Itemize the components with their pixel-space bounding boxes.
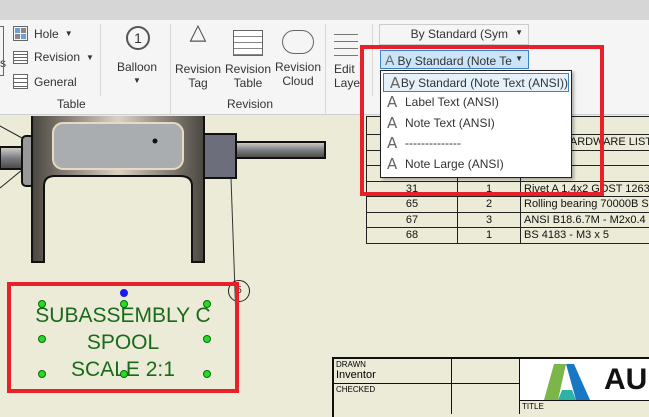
balloon-button[interactable]: 1 Balloon ▼ [112, 26, 162, 88]
chevron-down-icon: ▼ [515, 28, 523, 37]
revision-cloud-button[interactable]: Revision Cloud [274, 26, 322, 88]
balloon-icon: 1 [126, 26, 150, 50]
grip-handle[interactable] [203, 300, 211, 308]
edit-layers-icon [334, 28, 358, 56]
revision-table-small-icon [13, 51, 28, 64]
rotate-grip[interactable] [120, 289, 128, 297]
revision-tag-button[interactable]: △ Revision Tag [174, 26, 222, 90]
grip-handle[interactable] [203, 370, 211, 378]
general-table-button[interactable]: General [13, 74, 77, 89]
chevron-down-icon: ▼ [65, 29, 73, 38]
grip-handle[interactable] [38, 370, 46, 378]
divider [325, 24, 326, 114]
title-block: DRAWNInventor CHECKED AU TITLE [332, 357, 649, 417]
general-table-icon [13, 74, 28, 89]
dimension-style-combo[interactable]: By Standard (Sym▼ [379, 24, 529, 45]
grip-handle[interactable] [203, 335, 211, 343]
hole-table-button[interactable]: Hole▼ [13, 26, 73, 41]
chevron-down-icon: ▼ [112, 74, 162, 88]
title-label: TITLE [522, 402, 544, 411]
logo-mark-icon [544, 362, 590, 400]
revision-cloud-icon [282, 30, 314, 54]
grip-handle[interactable] [120, 370, 128, 378]
table-row: 681BS 4183 - M3 x 5 [367, 228, 649, 244]
group-label-table: Table [57, 97, 86, 111]
grip-handle[interactable] [38, 300, 46, 308]
chevron-down-icon: ▼ [86, 53, 94, 62]
table-icon-partial [0, 26, 4, 76]
table-row: 652Rolling bearing 70000B S7 [367, 197, 649, 213]
revision-table-button[interactable]: Revision Table [224, 26, 272, 90]
checked-cell: CHECKED [334, 384, 452, 414]
hole-table-icon [13, 26, 28, 41]
revision-tag-icon: △ [174, 26, 222, 62]
table-row: 673ANSI B18.6.7M - M2x0.4 x [367, 212, 649, 228]
edit-layers-button[interactable]: Edit Layers [330, 26, 362, 90]
grip-handle[interactable] [38, 335, 46, 343]
grip-handle[interactable] [120, 300, 128, 308]
divider [100, 24, 101, 96]
autodesk-logo: AU [520, 359, 649, 401]
drawn-cell: DRAWNInventor [334, 359, 452, 384]
revision-table-small-button[interactable]: Revision▼ [13, 50, 94, 64]
group-label-revision: Revision [227, 97, 273, 111]
highlight-box [360, 45, 604, 196]
divider [170, 24, 171, 114]
title-bar [0, 0, 649, 20]
revision-table-icon [233, 30, 263, 56]
